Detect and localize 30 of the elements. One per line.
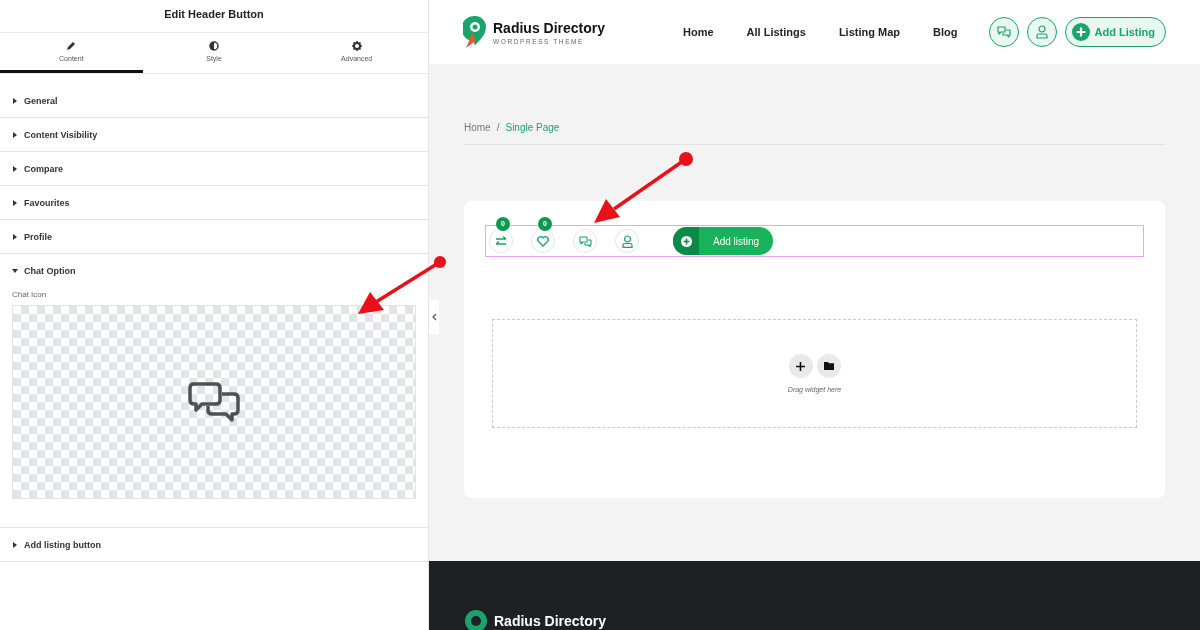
- plus-circle-icon: [1071, 23, 1090, 41]
- plus-icon: [796, 361, 805, 371]
- field-label: Chat Icon: [12, 290, 48, 299]
- folder-icon: [823, 362, 834, 370]
- pin-logo-icon: [463, 15, 487, 49]
- chat-icon: [578, 235, 592, 247]
- contrast-icon: [209, 41, 219, 51]
- chevron-left-icon: [431, 313, 437, 321]
- settings-icon: [351, 41, 362, 51]
- nav-link[interactable]: Listing Map: [838, 26, 900, 38]
- plus-circle-icon: [680, 235, 692, 247]
- breadcrumb-separator: /: [496, 122, 500, 135]
- chat-icon: [996, 26, 1011, 38]
- collapse-handle[interactable]: [429, 300, 439, 334]
- nav-link[interactable]: All Listings: [746, 26, 806, 38]
- template-button[interactable]: [816, 354, 841, 378]
- pencil-icon: [66, 41, 77, 51]
- chat-button[interactable]: [988, 17, 1019, 47]
- footer-logo-name: Radius Directory: [494, 613, 607, 629]
- logo-name: Radius Directory: [493, 19, 606, 36]
- heart-icon: [537, 235, 549, 247]
- add-section-button[interactable]: [788, 354, 813, 378]
- user-icon: [621, 234, 633, 248]
- nav-link[interactable]: Blog: [933, 26, 958, 38]
- chat-icon: [188, 380, 240, 424]
- profile-button[interactable]: [1026, 17, 1057, 47]
- user-icon: [1035, 25, 1048, 39]
- nav-link[interactable]: Home: [683, 26, 714, 38]
- breadcrumb-link[interactable]: Home: [464, 122, 491, 142]
- swap-arrows-icon: [495, 235, 507, 247]
